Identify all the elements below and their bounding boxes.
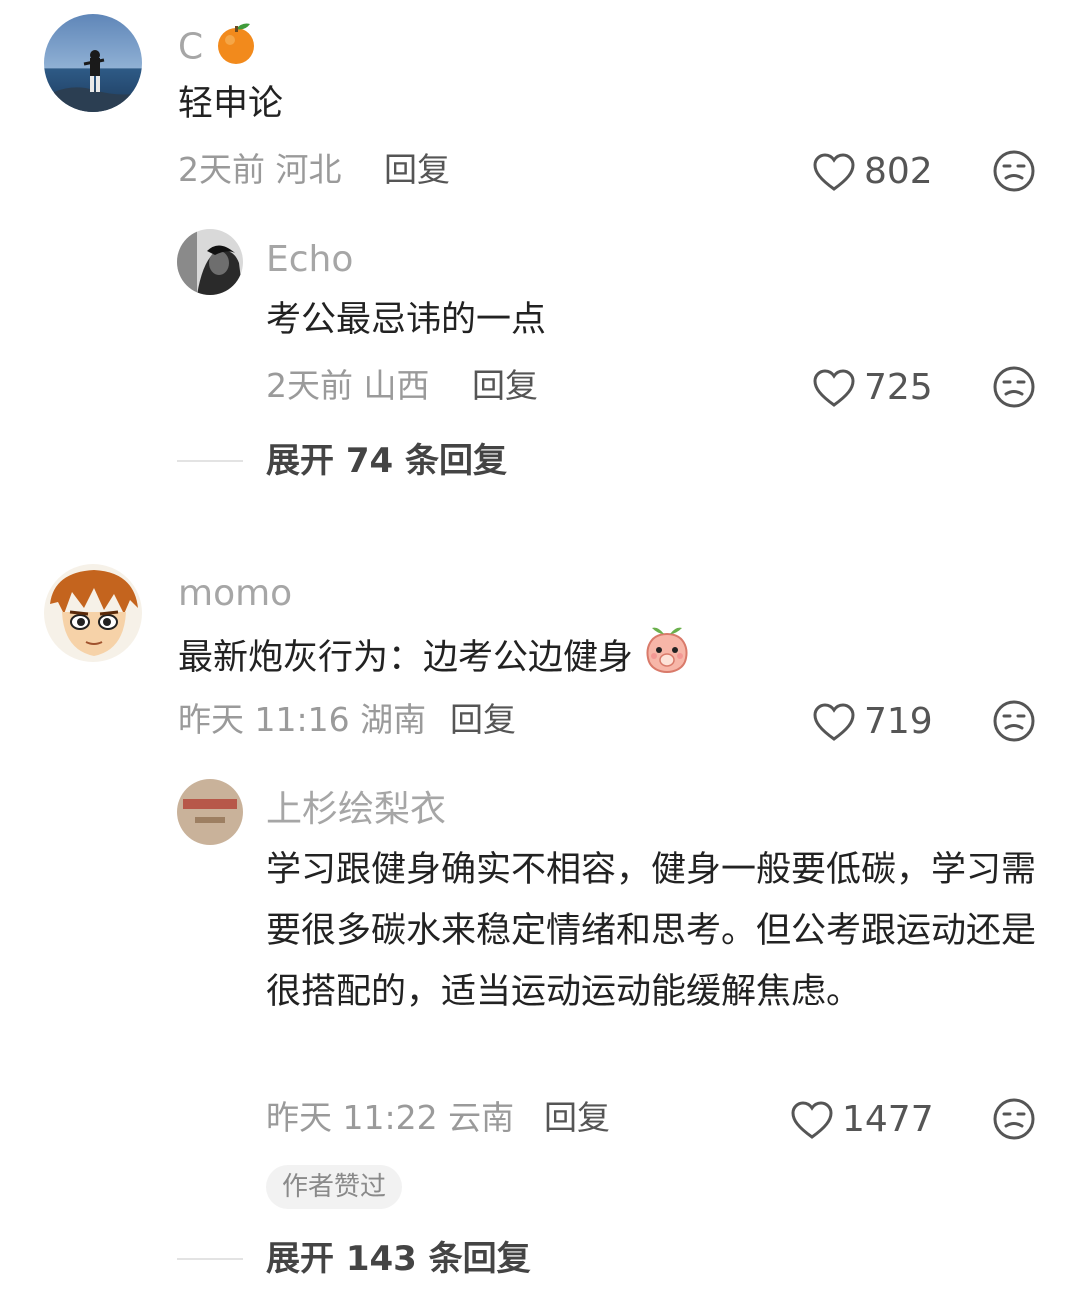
comment-text-body: 最新炮灰行为：边考公边健身 <box>178 638 634 678</box>
dislike-button[interactable] <box>992 149 1036 193</box>
username[interactable]: momo <box>178 572 292 616</box>
heart-icon <box>813 703 855 741</box>
avatar[interactable] <box>44 564 142 662</box>
reply-button[interactable]: 回复 <box>472 366 538 406</box>
username[interactable]: C <box>178 20 257 77</box>
like-count: 725 <box>864 367 933 408</box>
heart-icon <box>813 153 855 191</box>
like-button[interactable]: 802 <box>812 152 933 192</box>
username[interactable]: Echo <box>266 238 353 282</box>
expand-replies-button[interactable]: 展开 143 条回复 <box>266 1239 531 1279</box>
like-count: 719 <box>864 701 933 742</box>
like-button[interactable]: 725 <box>812 368 933 408</box>
like-count: 1477 <box>842 1099 934 1140</box>
reply-button[interactable]: 回复 <box>450 700 516 740</box>
avatar[interactable] <box>177 229 243 295</box>
comment-meta: 昨天 11:16 湖南 <box>178 700 427 739</box>
dislike-button[interactable] <box>992 699 1036 743</box>
neutral-face-icon <box>993 150 1035 192</box>
heart-icon <box>813 369 855 407</box>
neutral-face-icon <box>993 366 1035 408</box>
comment-text: 考公最忌讳的一点 <box>266 300 547 340</box>
heart-icon <box>791 1101 833 1139</box>
like-button[interactable]: 719 <box>812 702 933 742</box>
comment-text: 轻申论 <box>178 84 284 124</box>
divider <box>177 460 243 462</box>
comment-meta: 2天前 山西 <box>266 366 430 405</box>
like-count: 802 <box>864 151 933 192</box>
comment-text: 学习跟健身确实不相容，健身一般要低碳，学习需要很多碳水来稳定情绪和思考。但公考跟… <box>266 850 1037 1012</box>
avatar[interactable] <box>177 779 243 845</box>
username[interactable]: 上杉绘梨衣 <box>266 788 446 832</box>
neutral-face-icon <box>993 1098 1035 1140</box>
reply-button[interactable]: 回复 <box>384 150 450 190</box>
like-button[interactable]: 1477 <box>790 1100 934 1140</box>
reply-button[interactable]: 回复 <box>544 1098 610 1138</box>
comment-meta: 2天前 河北 <box>178 150 342 189</box>
dislike-button[interactable] <box>992 365 1036 409</box>
comment-meta: 昨天 11:22 云南 <box>266 1098 515 1137</box>
comment-text: 最新炮灰行为：边考公边健身 <box>178 624 690 694</box>
peach-emoji-icon <box>644 624 690 694</box>
avatar[interactable] <box>44 14 142 112</box>
dislike-button[interactable] <box>992 1097 1036 1141</box>
divider <box>177 1258 243 1260</box>
neutral-face-icon <box>993 700 1035 742</box>
author-liked-badge: 作者赞过 <box>266 1165 403 1209</box>
username-text: C <box>178 26 204 68</box>
orange-emoji-icon <box>215 20 257 77</box>
expand-replies-button[interactable]: 展开 74 条回复 <box>266 441 507 481</box>
